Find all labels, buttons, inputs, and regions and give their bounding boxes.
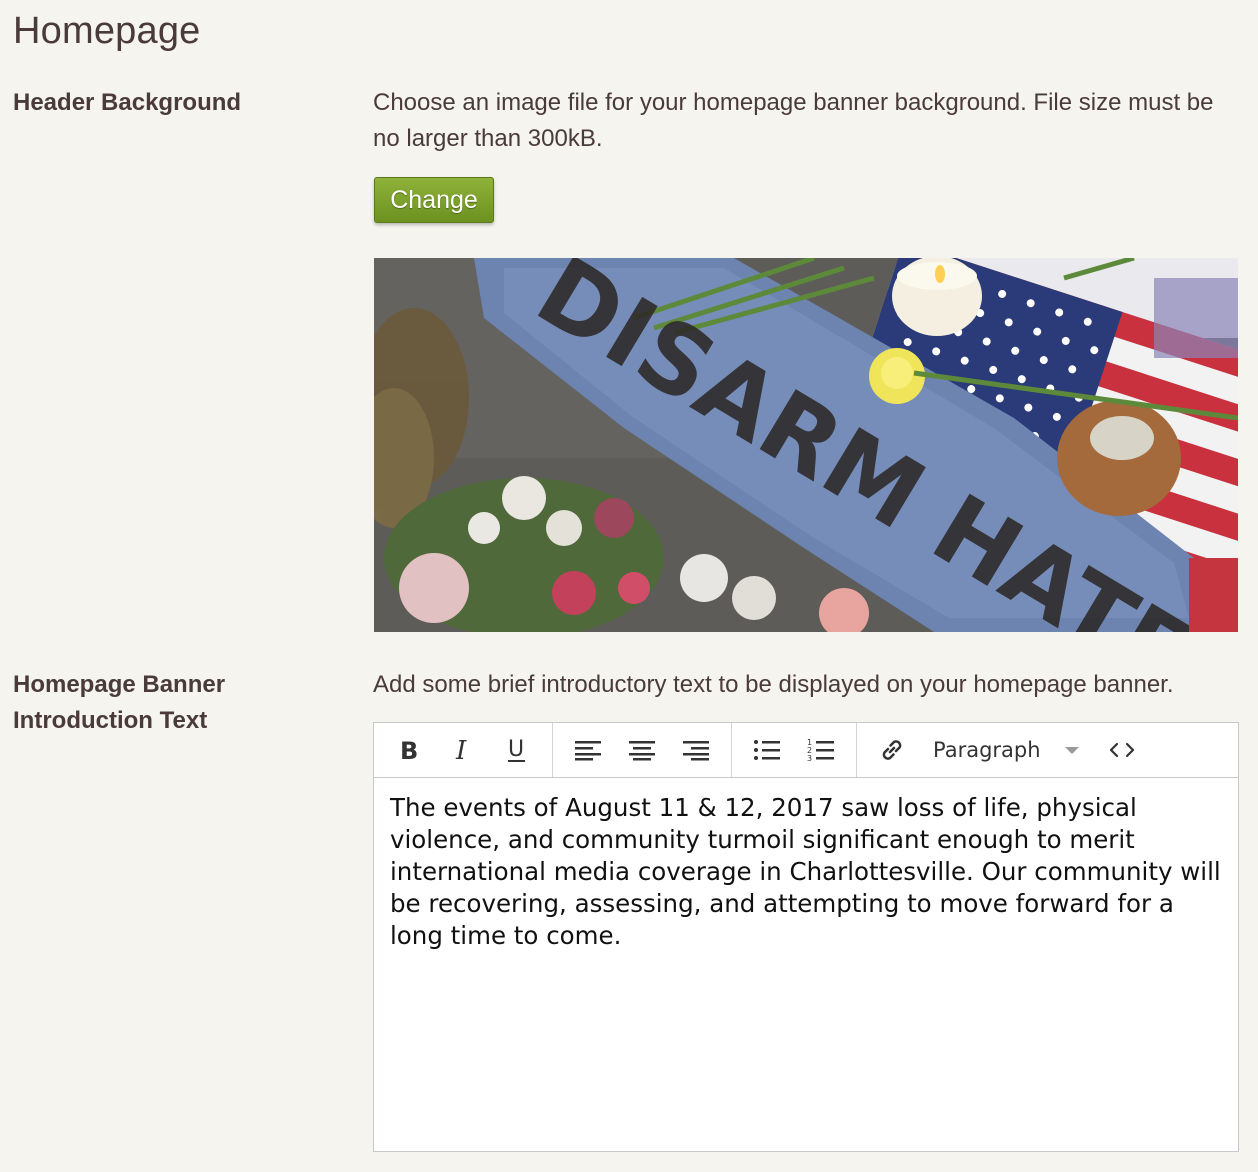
bullet-list-button[interactable] — [740, 730, 794, 770]
code-icon — [1109, 741, 1135, 759]
numbered-list-icon: 1 2 3 — [807, 738, 835, 762]
align-right-icon — [682, 739, 710, 761]
paragraph-format-label: Paragraph — [933, 738, 1041, 762]
editor-toolbar: B I U 1 2 3 Paragraph — [374, 723, 1238, 778]
banner-intro-label-line2: Introduction Text — [13, 707, 208, 734]
header-background-label: Header Background — [13, 89, 242, 116]
banner-intro-help: Add some brief introductory text to be d… — [373, 671, 1174, 698]
svg-text:B: B — [400, 738, 418, 762]
banner-image-preview: DISARM HATE — [374, 258, 1238, 632]
insert-group: Paragraph — [857, 723, 1157, 777]
align-center-button[interactable] — [615, 730, 669, 770]
editor-content-area[interactable]: The events of August 11 & 12, 2017 saw l… — [374, 778, 1238, 966]
chevron-down-icon — [1065, 746, 1079, 754]
bullet-list-icon — [753, 739, 781, 761]
italic-button[interactable]: I — [436, 730, 490, 770]
header-background-help: Choose an image file for your homepage b… — [373, 89, 1214, 152]
banner-intro-label-line1: Homepage Banner — [13, 671, 226, 698]
link-icon — [879, 737, 905, 763]
align-right-button[interactable] — [669, 730, 723, 770]
bold-icon: B — [399, 738, 419, 762]
align-left-icon — [574, 739, 602, 761]
italic-icon: I — [453, 738, 473, 762]
source-code-button[interactable] — [1095, 730, 1149, 770]
rich-text-editor: B I U 1 2 3 Paragraph The events of Augu… — [373, 722, 1239, 1152]
align-left-button[interactable] — [561, 730, 615, 770]
banner-intro-label: Homepage Banner Introduction Text — [13, 667, 313, 739]
underline-icon: U — [506, 737, 528, 763]
underline-button[interactable]: U — [490, 730, 544, 770]
svg-text:I: I — [455, 738, 467, 762]
bold-button[interactable]: B — [382, 730, 436, 770]
svg-text:U: U — [508, 737, 524, 762]
link-button[interactable] — [865, 730, 919, 770]
numbered-list-button[interactable]: 1 2 3 — [794, 730, 848, 770]
list-group: 1 2 3 — [732, 723, 857, 777]
page-title: Homepage — [13, 10, 201, 52]
align-center-icon — [628, 739, 656, 761]
change-button[interactable]: Change — [374, 177, 494, 223]
text-style-group: B I U — [374, 723, 553, 777]
svg-text:3: 3 — [807, 754, 812, 762]
alignment-group — [553, 723, 732, 777]
paragraph-format-select[interactable]: Paragraph — [919, 730, 1095, 770]
